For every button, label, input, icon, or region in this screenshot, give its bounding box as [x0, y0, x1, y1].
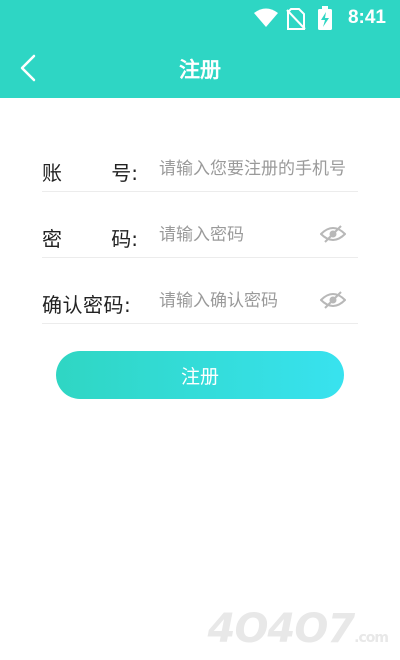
register-form: 账 号: 密 码: 确认密码:	[42, 145, 358, 343]
confirm-password-input[interactable]	[159, 287, 319, 315]
nav-bar: 注册	[0, 40, 400, 96]
phone-label: 账 号:	[42, 157, 138, 185]
status-bar: 8:41	[0, 0, 400, 36]
wifi-icon	[254, 8, 278, 27]
clock: 8:41	[347, 7, 386, 28]
phone-row: 账 号:	[42, 145, 358, 192]
password-label: 密 码:	[42, 223, 138, 251]
header-bar: 8:41 注册	[0, 0, 400, 98]
password-label-left: 密	[42, 227, 62, 251]
password-row: 密 码:	[42, 211, 358, 258]
battery-charging-icon	[318, 6, 332, 30]
eye-off-icon[interactable]	[320, 290, 346, 310]
eye-off-icon[interactable]	[320, 224, 346, 244]
phone-input[interactable]	[159, 155, 358, 183]
password-input[interactable]	[159, 221, 319, 249]
watermark-suffix: .com	[354, 630, 389, 646]
phone-label-left: 账	[42, 161, 62, 185]
password-label-right: 码:	[111, 227, 138, 251]
confirm-password-row: 确认密码:	[42, 277, 358, 324]
site-watermark: 4O4O7.com	[207, 606, 389, 652]
no-sim-icon	[286, 8, 306, 30]
register-button[interactable]: 注册	[56, 351, 344, 399]
confirm-password-label: 确认密码:	[42, 293, 132, 317]
watermark-text: 4O4O7	[207, 606, 356, 652]
page-title: 注册	[179, 58, 221, 82]
phone-label-right: 号:	[111, 161, 138, 185]
